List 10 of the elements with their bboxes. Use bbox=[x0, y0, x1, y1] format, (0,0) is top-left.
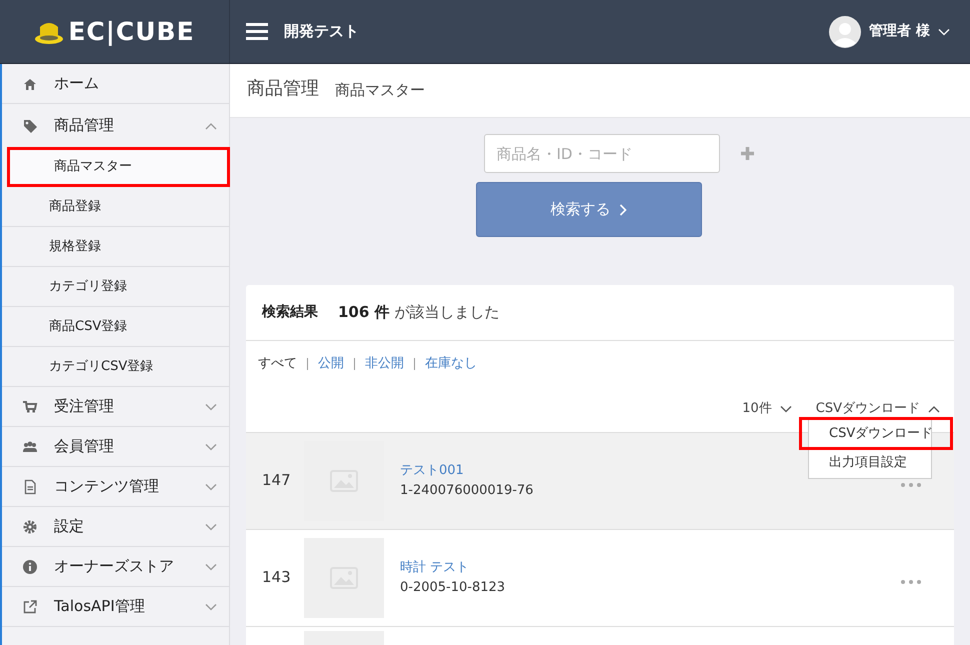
product-id: 147 bbox=[262, 470, 292, 492]
product-code: 0-2005-10-8123 bbox=[400, 578, 506, 596]
product-id: 143 bbox=[262, 567, 292, 588]
result-count: 106 件 が該当しました bbox=[338, 302, 500, 324]
page-title: 商品管理 bbox=[247, 77, 319, 101]
results-label: 検索結果 bbox=[262, 303, 318, 322]
shop-title: 開発テスト bbox=[284, 21, 359, 42]
product-code: 1-240076000019-76 bbox=[400, 482, 534, 500]
page-subtitle: 商品マスター bbox=[335, 80, 425, 100]
logo-text: EC|CUBE bbox=[68, 16, 195, 48]
